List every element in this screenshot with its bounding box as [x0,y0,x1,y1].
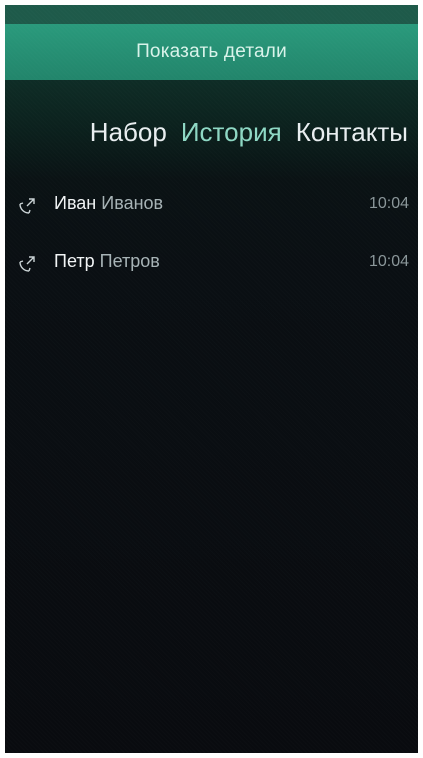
contact-name: Петр Петров [54,251,160,272]
tab-contacts[interactable]: Контакты [296,117,408,148]
call-time: 10:04 [368,195,409,212]
contact-last-name: Петров [99,251,160,271]
contact-name: Иван Иванов [54,193,163,214]
tab-dial[interactable]: Набор [90,117,167,148]
status-strip [5,5,418,24]
outgoing-call-icon [19,198,35,214]
show-details-label: Показать детали [136,41,287,62]
contact-last-name: Иванов [101,193,164,213]
call-list-item[interactable]: Петр Петров 10:04 [5,235,418,293]
call-time: 10:04 [368,253,409,270]
tab-bar: Набор История Контакты [90,117,408,161]
outgoing-call-icon [19,256,35,272]
phone-screen: Показать детали Набор История Контакты И… [5,5,418,753]
contact-first-name: Петр [54,251,95,271]
call-list-item[interactable]: Иван Иванов 10:04 [5,177,418,235]
contact-first-name: Иван [54,193,97,213]
tab-history[interactable]: История [181,117,282,148]
call-history-list: Иван Иванов 10:04 Петр Петров 10:04 [5,177,418,293]
show-details-menu-item[interactable]: Показать детали [5,24,418,80]
